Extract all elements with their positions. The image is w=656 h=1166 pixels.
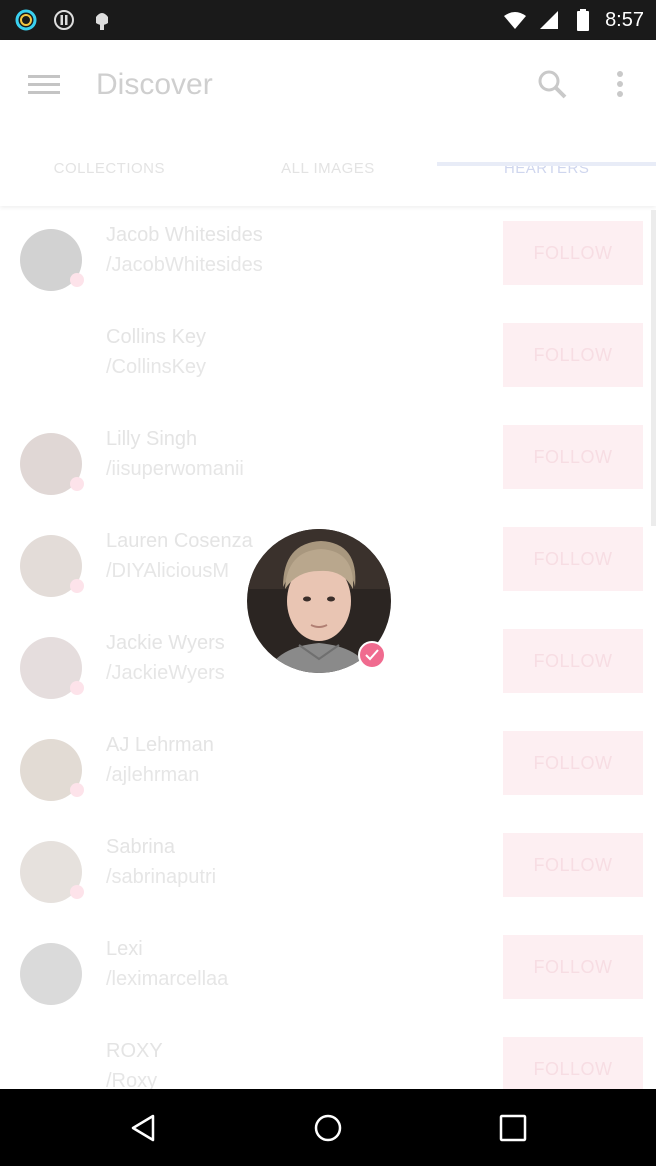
list-item[interactable]: Sabrina /sabrinaputri FOLLOW: [0, 818, 656, 920]
user-name: ROXY: [106, 1040, 163, 1062]
user-name: Lauren Cosenza: [106, 530, 253, 552]
list-item[interactable]: Lilly Singh /iisuperwomanii FOLLOW: [0, 410, 656, 512]
follow-button[interactable]: FOLLOW: [503, 629, 643, 693]
app-bar: Discover COLLECTIONS ALL IMAGES HEARTERS: [0, 40, 656, 206]
back-icon[interactable]: [129, 1113, 159, 1143]
tab-collections[interactable]: COLLECTIONS: [0, 150, 219, 206]
list-item[interactable]: Jacob Whitesides /JacobWhitesides FOLLOW: [0, 206, 656, 308]
user-name: Collins Key: [106, 326, 207, 348]
wifi-icon: [503, 8, 527, 32]
home-icon[interactable]: [313, 1113, 343, 1143]
avatar[interactable]: [20, 943, 82, 1005]
system-nav-bar: [0, 1089, 656, 1166]
follow-button[interactable]: FOLLOW: [503, 731, 643, 795]
cell-signal-icon: [537, 8, 561, 32]
tab-bar: COLLECTIONS ALL IMAGES HEARTERS: [0, 150, 656, 206]
user-handle: /CollinsKey: [106, 356, 207, 378]
scrollbar[interactable]: [651, 210, 656, 526]
follow-button[interactable]: FOLLOW: [503, 527, 643, 591]
follow-button[interactable]: FOLLOW: [503, 1037, 643, 1089]
user-handle: /JackieWyers: [106, 662, 225, 684]
avatar[interactable]: [20, 1045, 82, 1089]
page-title: Discover: [96, 68, 213, 101]
user-handle: /leximarcellaa: [106, 968, 229, 990]
recent-apps-icon[interactable]: [498, 1113, 528, 1143]
menu-icon[interactable]: [28, 70, 60, 100]
follow-button[interactable]: FOLLOW: [503, 833, 643, 897]
avatar[interactable]: [20, 739, 84, 801]
tab-all-images[interactable]: ALL IMAGES: [219, 150, 438, 206]
follow-button[interactable]: FOLLOW: [503, 935, 643, 999]
status-bar: 8:57: [0, 0, 656, 40]
status-time: 8:57: [605, 8, 644, 31]
android-debug-icon: [90, 8, 114, 32]
tab-hearters[interactable]: HEARTERS: [437, 150, 656, 206]
user-handle: /iisuperwomanii: [106, 458, 244, 480]
user-name: Lilly Singh: [106, 428, 198, 450]
follow-button[interactable]: FOLLOW: [503, 323, 643, 387]
avatar[interactable]: [20, 841, 84, 903]
pause-icon: [52, 8, 76, 32]
user-name: Lexi: [106, 938, 143, 960]
avatar[interactable]: [20, 229, 84, 291]
list-item[interactable]: ROXY /Roxy FOLLOW: [0, 1022, 656, 1089]
avatar[interactable]: [20, 331, 82, 393]
user-handle: /DIYAliciousM: [106, 560, 229, 582]
search-icon[interactable]: [536, 68, 568, 100]
avatar[interactable]: [20, 433, 84, 495]
user-name: Jackie Wyers: [106, 632, 225, 654]
list-item[interactable]: AJ Lehrman /ajlehrman FOLLOW: [0, 716, 656, 818]
follow-button[interactable]: FOLLOW: [503, 425, 643, 489]
user-handle: /sabrinaputri: [106, 866, 217, 888]
tab-indicator: [437, 162, 656, 166]
circle-app-icon: [14, 8, 38, 32]
more-options-icon[interactable]: [612, 68, 628, 100]
user-handle: /Roxy: [106, 1070, 158, 1089]
user-name: AJ Lehrman: [106, 734, 214, 756]
user-handle: /JacobWhitesides: [106, 254, 263, 276]
list-item[interactable]: Collins Key /CollinsKey FOLLOW: [0, 308, 656, 410]
avatar[interactable]: [20, 535, 84, 597]
avatar[interactable]: [20, 637, 84, 699]
user-handle: /ajlehrman: [106, 764, 200, 786]
verified-check-icon: [358, 641, 386, 669]
user-name: Jacob Whitesides: [106, 224, 263, 246]
battery-icon: [571, 8, 595, 32]
list-item[interactable]: Lexi /leximarcellaa FOLLOW: [0, 920, 656, 1022]
user-name: Sabrina: [106, 836, 175, 858]
follow-button[interactable]: FOLLOW: [503, 221, 643, 285]
